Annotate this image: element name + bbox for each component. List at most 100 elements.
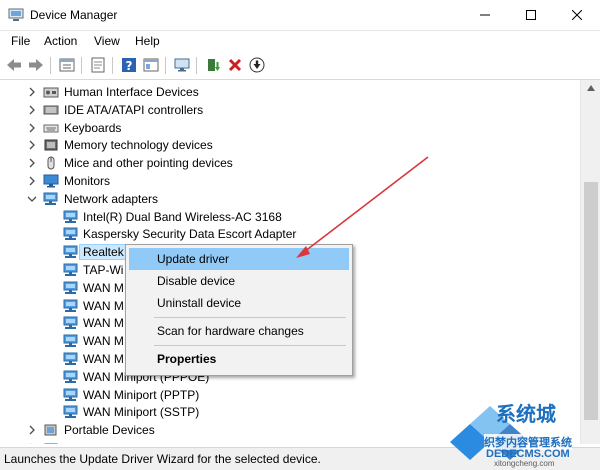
status-text: Launches the Update Driver Wizard for th… [4, 452, 321, 466]
properties-list-icon [59, 58, 75, 72]
monitor-button[interactable] [172, 56, 192, 74]
monitor-icon [174, 58, 190, 72]
menu-view[interactable]: View [94, 34, 120, 48]
network-adapter-icon [63, 227, 78, 241]
tree-category[interactable]: Keyboards [0, 119, 580, 137]
keyboard-icon [43, 124, 59, 133]
close-button[interactable] [554, 0, 600, 30]
tree-item-label: WAN M [83, 316, 124, 331]
tree-item-label: WAN Miniport (PPTP) [83, 387, 200, 402]
context-uninstall-device[interactable]: Uninstall device [129, 292, 349, 314]
tree-category[interactable]: Memory technology devices [0, 136, 580, 154]
mouse-icon [47, 156, 55, 170]
context-properties[interactable]: Properties [129, 348, 349, 370]
tree-category[interactable]: IDE ATA/ATAPI controllers [0, 101, 580, 119]
chevron-right-icon[interactable] [27, 176, 37, 186]
network-adapter-icon [63, 352, 78, 365]
network-adapter-icon [63, 405, 78, 419]
show-hidden-button[interactable] [88, 56, 108, 74]
tree-category[interactable]: Human Interface Devices [0, 83, 580, 101]
tree-item-label: Memory technology devices [64, 138, 213, 153]
watermark-text: xitongcheng.com [494, 459, 555, 468]
enable-device-button[interactable] [247, 56, 267, 74]
network-adapter-icon [63, 245, 78, 259]
forward-arrow-icon [29, 59, 43, 71]
network-adapter-icon [63, 210, 78, 223]
tree-item-label: Realtek [79, 244, 128, 261]
menu-file[interactable]: File [11, 34, 30, 48]
tree-item-label: WAN M [83, 280, 124, 295]
network-adapter-icon [43, 192, 58, 205]
menu-help[interactable]: Help [135, 34, 160, 48]
menu-bar: File Action View Help [0, 31, 600, 51]
forward-button[interactable] [26, 56, 46, 74]
tree-item-label: Portable Devices [64, 423, 155, 438]
download-icon [249, 57, 265, 73]
tree-item-label: WAN M [83, 352, 124, 366]
tree-item-label: Kaspersky Security Data Escort Adapter [83, 227, 297, 242]
network-adapter-icon [63, 316, 78, 330]
window-title: Device Manager [30, 8, 118, 22]
menu-action[interactable]: Action [44, 34, 77, 48]
network-adapter-icon [63, 281, 78, 294]
help-icon: ? [122, 58, 136, 73]
chevron-right-icon[interactable] [27, 105, 37, 115]
context-update-driver[interactable]: Update driver [129, 248, 349, 270]
hid-icon [43, 87, 59, 98]
minimize-icon [480, 14, 490, 16]
uninstall-button[interactable] [225, 56, 245, 74]
update-driver-icon [208, 59, 220, 71]
show-hidden-icon [91, 57, 105, 73]
chevron-right-icon[interactable] [27, 425, 37, 435]
ide-controller-icon [43, 105, 59, 115]
details-button[interactable] [141, 56, 161, 74]
help-button[interactable]: ? [119, 56, 139, 74]
tree-item-label: Keyboards [64, 120, 122, 135]
tree-item-label: WAN M [83, 334, 124, 349]
context-scan-hardware[interactable]: Scan for hardware changes [129, 320, 349, 342]
chevron-right-icon[interactable] [27, 140, 37, 150]
tree-item-label: WAN Miniport (SSTP) [83, 405, 200, 420]
close-icon [572, 10, 582, 20]
tree-item-label: IDE ATA/ATAPI controllers [64, 102, 204, 117]
context-menu: Update driver Disable device Uninstall d… [125, 244, 353, 376]
watermark-text: 系统城 [496, 404, 556, 426]
minimize-button[interactable] [462, 0, 508, 30]
scroll-up-icon[interactable] [587, 85, 595, 91]
back-arrow-icon [7, 59, 21, 71]
tree-category[interactable]: Mice and other pointing devices [0, 154, 580, 172]
context-separator [154, 317, 346, 318]
maximize-button[interactable] [508, 0, 554, 30]
network-adapter-icon [63, 370, 78, 383]
chevron-right-icon[interactable] [27, 443, 37, 444]
tree-device[interactable]: Intel(R) Dual Band Wireless-AC 3168 [0, 208, 580, 226]
network-adapter-icon [63, 388, 78, 401]
printer-queue-icon [44, 443, 58, 444]
monitor-icon [43, 174, 59, 188]
network-adapter-icon [63, 263, 78, 276]
properties-list-button[interactable] [57, 56, 77, 74]
tree-device[interactable]: Kaspersky Security Data Escort Adapter [0, 225, 580, 243]
back-button[interactable] [4, 56, 24, 74]
device-manager-icon [8, 8, 24, 21]
portable-device-icon [44, 424, 57, 436]
title-bar: Device Manager [0, 0, 600, 31]
memory-device-icon [44, 139, 58, 151]
tree-item-label: Human Interface Devices [64, 85, 199, 99]
tree-category[interactable]: Network adapters [0, 190, 580, 208]
toolbar: ? [0, 52, 600, 80]
svg-text:?: ? [126, 59, 133, 73]
network-adapter-icon [63, 334, 78, 348]
details-icon [143, 58, 159, 72]
chevron-right-icon[interactable] [27, 158, 37, 168]
chevron-right-icon[interactable] [27, 87, 37, 97]
tree-item-label: Monitors [64, 174, 111, 188]
context-disable-device[interactable]: Disable device [129, 270, 349, 292]
tree-item-label: TAP-Wi [83, 263, 124, 277]
chevron-down-icon[interactable] [27, 194, 37, 204]
tree-item-label: Mice and other pointing devices [64, 156, 233, 171]
tree-category[interactable]: Monitors [0, 172, 580, 190]
tree-item-label: WAN M [83, 298, 124, 313]
chevron-right-icon[interactable] [27, 123, 37, 133]
update-driver-button[interactable] [203, 56, 223, 74]
